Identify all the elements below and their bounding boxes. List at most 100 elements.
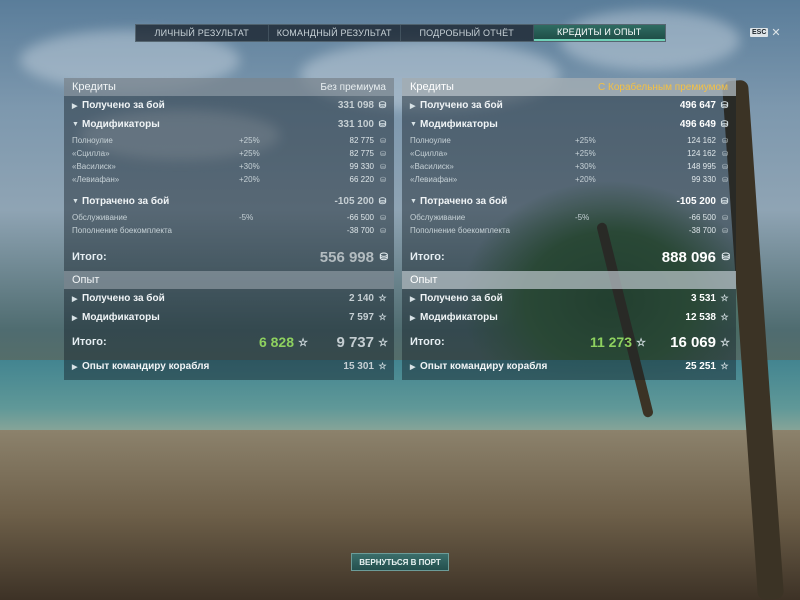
xp-total-value: 16 069 [670,333,716,351]
tab-credits-and-xp[interactable]: КРЕДИТЫ И ОПЫТ [533,25,665,41]
xp-total-label: Итого: [410,336,445,348]
credit-coin-icon: ⛁ [720,196,729,206]
credits-total-value: 556 998 [319,248,374,266]
credit-coin-icon: ⛁ [720,100,729,110]
xp-star-icon: ☆ [378,293,387,303]
modifier-percent: +20% [239,175,260,184]
spent-item-value: -38 700 [688,226,716,235]
modifier-value: 66 220 [349,175,374,184]
credit-coin-icon: ⛁ [722,137,728,145]
modifier-percent: +25% [239,149,260,158]
credits-title: Кредиты [72,81,116,93]
modifier-label: «Сцилла» [410,149,448,158]
credit-coin-icon: ⛁ [722,227,728,235]
xp-star-icon: ☆ [378,361,387,371]
credit-coin-icon: ⛁ [722,176,728,184]
earned-row[interactable]: ▶ Получено за бой 331 098 ⛁ [64,96,394,115]
modifier-item: «Сцилла» +25% 82 775 ⛁ [64,147,394,160]
triangle-right-icon: ▶ [72,314,78,322]
tab-detailed-report[interactable]: ПОДРОБНЫЙ ОТЧЁТ [401,25,534,41]
credits-header: Кредиты С Корабельным премиумом [402,78,736,96]
modifier-item: Полноулие +25% 82 775 ⛁ [64,134,394,147]
xp-free-total-value: 11 273 [589,334,632,350]
xp-star-icon: ☆ [636,336,646,349]
modifiers-row[interactable]: ▼ Модификаторы 331 100 ⛁ [64,115,394,134]
triangle-down-icon: ▼ [410,121,417,128]
return-to-port-button[interactable]: ВЕРНУТЬСЯ В ПОРТ [351,553,449,571]
spent-item-percent: -5% [575,213,590,222]
commander-xp-row[interactable]: ▶ Опыт командиру корабля 25 251 ☆ [402,357,736,376]
credits-xp-panel-premium: Кредиты С Корабельным премиумом ▶ Получе… [402,78,736,380]
credit-coin-icon: ⛁ [720,119,729,129]
modifier-item: «Левиафан» +20% 66 220 ⛁ [64,173,394,186]
credits-total-row: Итого: 888 096 ⛁ [402,243,736,271]
xp-star-icon: ☆ [720,361,729,371]
xp-modifiers-value: 12 538 [685,312,716,323]
modifier-value: 148 995 [687,162,716,171]
account-mode-label: Без премиума [320,81,386,93]
spent-item-label: Обслуживание [72,213,128,222]
credit-coin-icon: ⛁ [722,163,728,171]
triangle-right-icon: ▶ [72,102,78,110]
tab-team-result[interactable]: КОМАНДНЫЙ РЕЗУЛЬТАТ [269,25,401,41]
xp-free-total-value: 6 828 [258,334,294,350]
commander-xp-value: 15 301 [343,361,374,372]
spent-row[interactable]: ▼ Потрачено за бой -105 200 ⛁ [64,192,394,211]
xp-title: Опыт [410,274,438,286]
xp-star-icon: ☆ [378,312,387,322]
esc-key-label: ESC [750,28,769,37]
credit-coin-icon: ⛁ [378,196,387,206]
xp-modifiers-row[interactable]: ▶ Модификаторы 7 597 ☆ [64,308,394,327]
credit-coin-icon: ⛁ [380,227,386,235]
xp-earned-row[interactable]: ▶ Получено за бой 3 531 ☆ [402,289,736,308]
commander-xp-row[interactable]: ▶ Опыт командиру корабля 15 301 ☆ [64,357,394,376]
earned-value: 331 098 [337,100,374,111]
modifier-value: 124 162 [687,149,716,158]
account-mode-label: С Корабельным премиумом [598,81,728,93]
triangle-down-icon: ▼ [72,198,79,205]
modifier-label: Полноулие [72,136,113,145]
xp-earned-label: Получено за бой [420,293,503,304]
triangle-right-icon: ▶ [410,363,416,371]
modifiers-row[interactable]: ▼ Модификаторы 496 649 ⛁ [402,115,736,134]
xp-modifiers-value: 7 597 [348,312,374,323]
modifier-label: «Левиафан» [410,175,458,184]
modifier-value: 82 775 [349,149,374,158]
xp-header: Опыт [402,271,736,289]
earned-row[interactable]: ▶ Получено за бой 496 647 ⛁ [402,96,736,115]
xp-total-label: Итого: [72,336,107,348]
xp-modifiers-row[interactable]: ▶ Модификаторы 12 538 ☆ [402,308,736,327]
spent-item-value: -38 700 [346,226,374,235]
modifier-value: 99 330 [349,162,374,171]
credit-coin-icon: ⛁ [380,214,386,222]
earned-value: 496 647 [679,100,716,111]
triangle-down-icon: ▼ [410,198,417,205]
tab-personal-result[interactable]: ЛИЧНЫЙ РЕЗУЛЬТАТ [136,25,269,41]
modifiers-value: 331 100 [337,119,374,130]
spent-row[interactable]: ▼ Потрачено за бой -105 200 ⛁ [402,192,736,211]
spent-item-label: Пополнение боекомплекта [72,226,172,235]
spent-value: -105 200 [334,196,374,207]
xp-earned-row[interactable]: ▶ Получено за бой 2 140 ☆ [64,289,394,308]
spent-item-value: -66 500 [346,213,374,222]
modifier-item: «Сцилла» +25% 124 162 ⛁ [402,147,736,160]
triangle-right-icon: ▶ [410,314,416,322]
spent-item-label: Обслуживание [410,213,466,222]
credit-coin-icon: ⛁ [380,137,386,145]
xp-earned-value: 2 140 [348,293,374,304]
modifier-label: «Сцилла» [72,149,110,158]
credit-coin-icon: ⛁ [378,119,387,129]
xp-total-row: Итого: 11 273 ☆ 16 069 ☆ [402,327,736,357]
credit-coin-icon: ⛁ [380,176,386,184]
close-button[interactable]: ESC ✕ [750,26,781,39]
credits-title: Кредиты [410,81,454,93]
credits-header: Кредиты Без премиума [64,78,394,96]
modifier-value: 124 162 [687,136,716,145]
spent-item: Обслуживание -5% -66 500 ⛁ [64,211,394,224]
modifier-label: «Левиафан» [72,175,120,184]
credits-xp-panel-no-premium: Кредиты Без премиума ▶ Получено за бой 3… [64,78,394,380]
modifier-item: «Левиафан» +20% 99 330 ⛁ [402,173,736,186]
total-label: Итого: [410,251,445,263]
xp-star-icon: ☆ [720,336,730,349]
modifier-percent: +25% [575,149,596,158]
